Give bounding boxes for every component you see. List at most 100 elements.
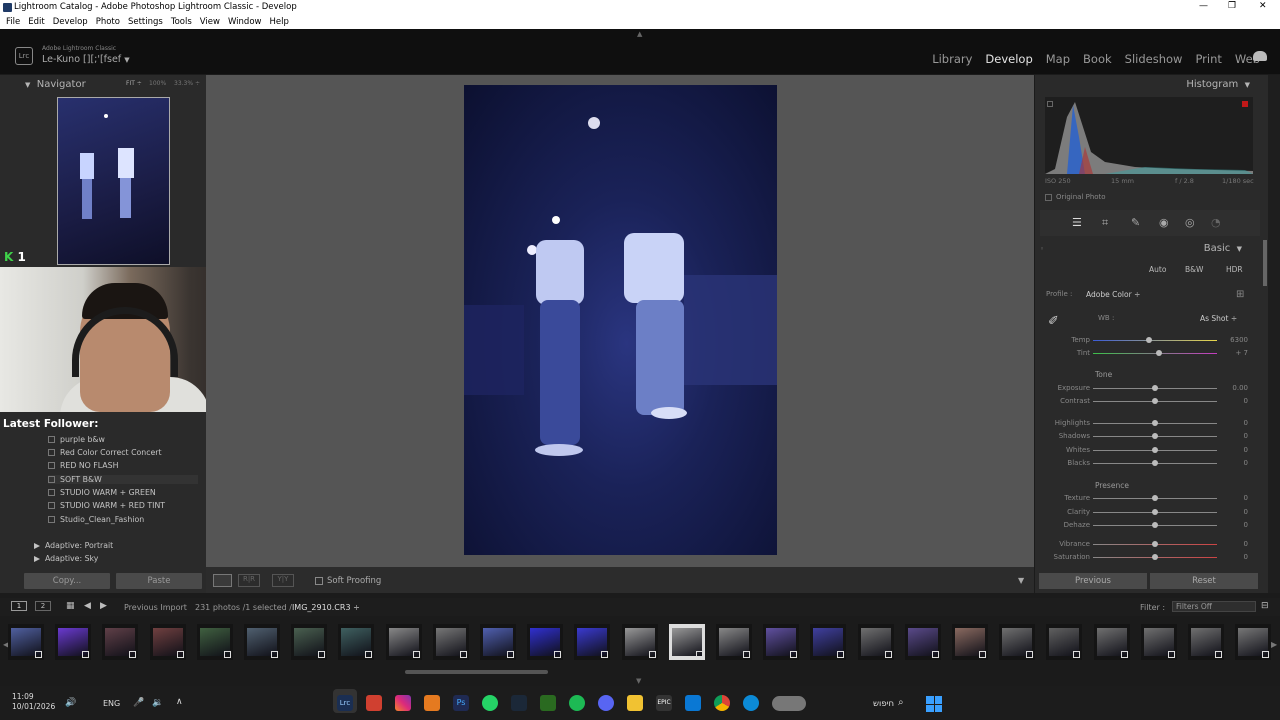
slider-value[interactable]: 0 [1218, 459, 1248, 467]
menu-settings[interactable]: Settings [128, 17, 163, 27]
game-taskbar-icon[interactable] [540, 695, 556, 711]
mic-icon[interactable]: 🎤 [133, 698, 144, 708]
back-arrow-icon[interactable]: ◀ [84, 601, 91, 611]
menu-tools[interactable]: Tools [171, 17, 192, 27]
search-icon[interactable]: ⌕ [898, 697, 904, 708]
right-scrollbar[interactable] [1268, 75, 1280, 593]
slider-handle[interactable] [1152, 509, 1158, 515]
slider-value[interactable]: 0 [1218, 397, 1248, 405]
filmstrip-thumbnail[interactable] [574, 624, 611, 660]
before-after-yy-icon[interactable]: Y|Y [272, 574, 294, 587]
preset-item[interactable]: STUDIO WARM + RED TINT [48, 501, 165, 510]
original-photo[interactable]: Original Photo [1045, 193, 1106, 201]
lightroom-taskbar-icon[interactable]: Lrc [337, 695, 353, 711]
spotify-taskbar-icon[interactable] [569, 695, 585, 711]
whatsapp-taskbar-icon[interactable] [482, 695, 498, 711]
module-slideshow[interactable]: Slideshow [1125, 52, 1183, 66]
grid-icon[interactable]: ▦ [66, 601, 75, 611]
filmstrip-thumbnail[interactable] [196, 624, 233, 660]
filmstrip-thumbnail[interactable] [668, 624, 705, 660]
slider-handle[interactable] [1152, 447, 1158, 453]
slider-handle[interactable] [1152, 420, 1158, 426]
slider-value[interactable]: 0 [1218, 419, 1248, 427]
reset-button[interactable]: Reset [1150, 573, 1258, 589]
slider-value[interactable]: 0 [1218, 446, 1248, 454]
before-after-icon[interactable]: R|R [238, 574, 260, 587]
catalog-name[interactable]: Le-Kuno [][;'[fsef ▼ [42, 54, 130, 65]
histogram[interactable] [1045, 97, 1253, 174]
right-scroll-thumb[interactable] [1263, 240, 1267, 286]
slider-value[interactable]: 0.00 [1218, 384, 1248, 392]
filmstrip-thumbnail[interactable] [480, 624, 516, 660]
preset-item[interactable]: Red Color Correct Concert [48, 448, 162, 457]
main-photo[interactable] [464, 85, 777, 555]
filmstrip-thumbnail[interactable] [55, 624, 92, 660]
soft-proofing-checkbox[interactable] [315, 577, 323, 585]
panel-eye-icon[interactable]: ◦ [1040, 245, 1044, 253]
slider-handle[interactable] [1155, 350, 1162, 356]
minimize-icon[interactable]: — [1199, 1, 1208, 11]
slider-value[interactable]: 0 [1218, 508, 1248, 516]
filmstrip-thumbnail[interactable] [952, 624, 988, 660]
basic-header[interactable]: Basic ▼ [1204, 243, 1242, 254]
filmstrip-thumbnail[interactable] [999, 624, 1036, 660]
filmstrip-thumbnail[interactable] [1235, 624, 1272, 660]
slider-value[interactable]: 0 [1218, 553, 1248, 561]
edge-taskbar-icon[interactable] [743, 695, 759, 711]
wb-eyedropper-icon[interactable]: ✐ [1048, 314, 1059, 329]
menu-help[interactable]: Help [269, 17, 288, 27]
store-taskbar-icon[interactable] [685, 695, 701, 711]
slider-handle[interactable] [1152, 522, 1158, 528]
filmstrip-thumbnail[interactable] [338, 624, 375, 660]
crop-icon[interactable]: ⌗ [1102, 216, 1108, 230]
filmstrip-thumbnail[interactable] [149, 624, 186, 660]
slider-handle[interactable] [1152, 541, 1158, 547]
filmstrip-thumbnail[interactable] [1046, 624, 1083, 660]
copy-button[interactable]: Copy... [24, 573, 110, 589]
slider-track[interactable] [1093, 353, 1217, 354]
network-icon[interactable]: 🔊 [65, 698, 76, 708]
filmstrip-thumbnail[interactable] [857, 624, 894, 660]
brave-taskbar-icon[interactable] [424, 695, 440, 711]
epic-taskbar-icon[interactable]: EPIC [656, 695, 672, 711]
photoshop-taskbar-icon[interactable]: Ps [453, 695, 469, 711]
search-box[interactable]: חיפוש [873, 699, 894, 709]
edit-sliders-icon[interactable]: ☰ [1072, 216, 1082, 229]
menu-view[interactable]: View [200, 17, 220, 27]
auto-button[interactable]: Auto [1149, 265, 1166, 274]
restore-icon[interactable]: ❐ [1228, 1, 1236, 11]
filmstrip-thumbnail[interactable] [102, 624, 139, 660]
menu-file[interactable]: File [6, 17, 20, 27]
slider-value[interactable]: 0 [1218, 494, 1248, 502]
filmstrip-thumbnail[interactable] [716, 624, 752, 660]
wb-select[interactable]: As Shot ÷ [1200, 314, 1237, 323]
menu-window[interactable]: Window [228, 17, 262, 27]
previous-button[interactable]: Previous [1039, 573, 1147, 589]
volume-icon[interactable]: 🔉 [152, 698, 163, 708]
tray-expand-icon[interactable]: ∧ [176, 697, 183, 707]
filmstrip-thumbnail[interactable] [244, 624, 280, 660]
widget-pill[interactable] [772, 696, 806, 711]
slider-value[interactable]: 0 [1218, 540, 1248, 548]
soft-proofing[interactable]: Soft Proofing [315, 576, 381, 586]
collapse-bottom-icon[interactable]: ▼ [636, 677, 641, 685]
slider-handle[interactable] [1152, 460, 1158, 466]
menu-photo[interactable]: Photo [96, 17, 120, 27]
module-print[interactable]: Print [1195, 52, 1221, 66]
menu-develop[interactable]: Develop [53, 17, 88, 27]
preset-group[interactable]: ▶ Adaptive: Sky [34, 554, 98, 563]
profile-browser-icon[interactable]: ⊞ [1236, 289, 1244, 300]
windows-start-icon[interactable] [926, 696, 942, 712]
filmstrip-thumbnail[interactable] [291, 624, 328, 660]
explorer-taskbar-icon[interactable] [627, 695, 643, 711]
slider-handle[interactable] [1152, 398, 1158, 404]
highlight-clip-icon[interactable] [1242, 101, 1248, 107]
preset-item[interactable]: purple b&w [48, 435, 105, 444]
filmstrip-thumbnail[interactable] [763, 624, 800, 660]
source-label[interactable]: Previous Import [124, 603, 187, 612]
preset-item[interactable]: SOFT B&W [48, 475, 198, 484]
shadow-clip-icon[interactable] [1047, 101, 1053, 107]
masking-icon[interactable]: ◎ [1185, 216, 1195, 229]
slider-handle[interactable] [1152, 433, 1158, 439]
presets-icon[interactable]: ◔ [1211, 216, 1221, 229]
